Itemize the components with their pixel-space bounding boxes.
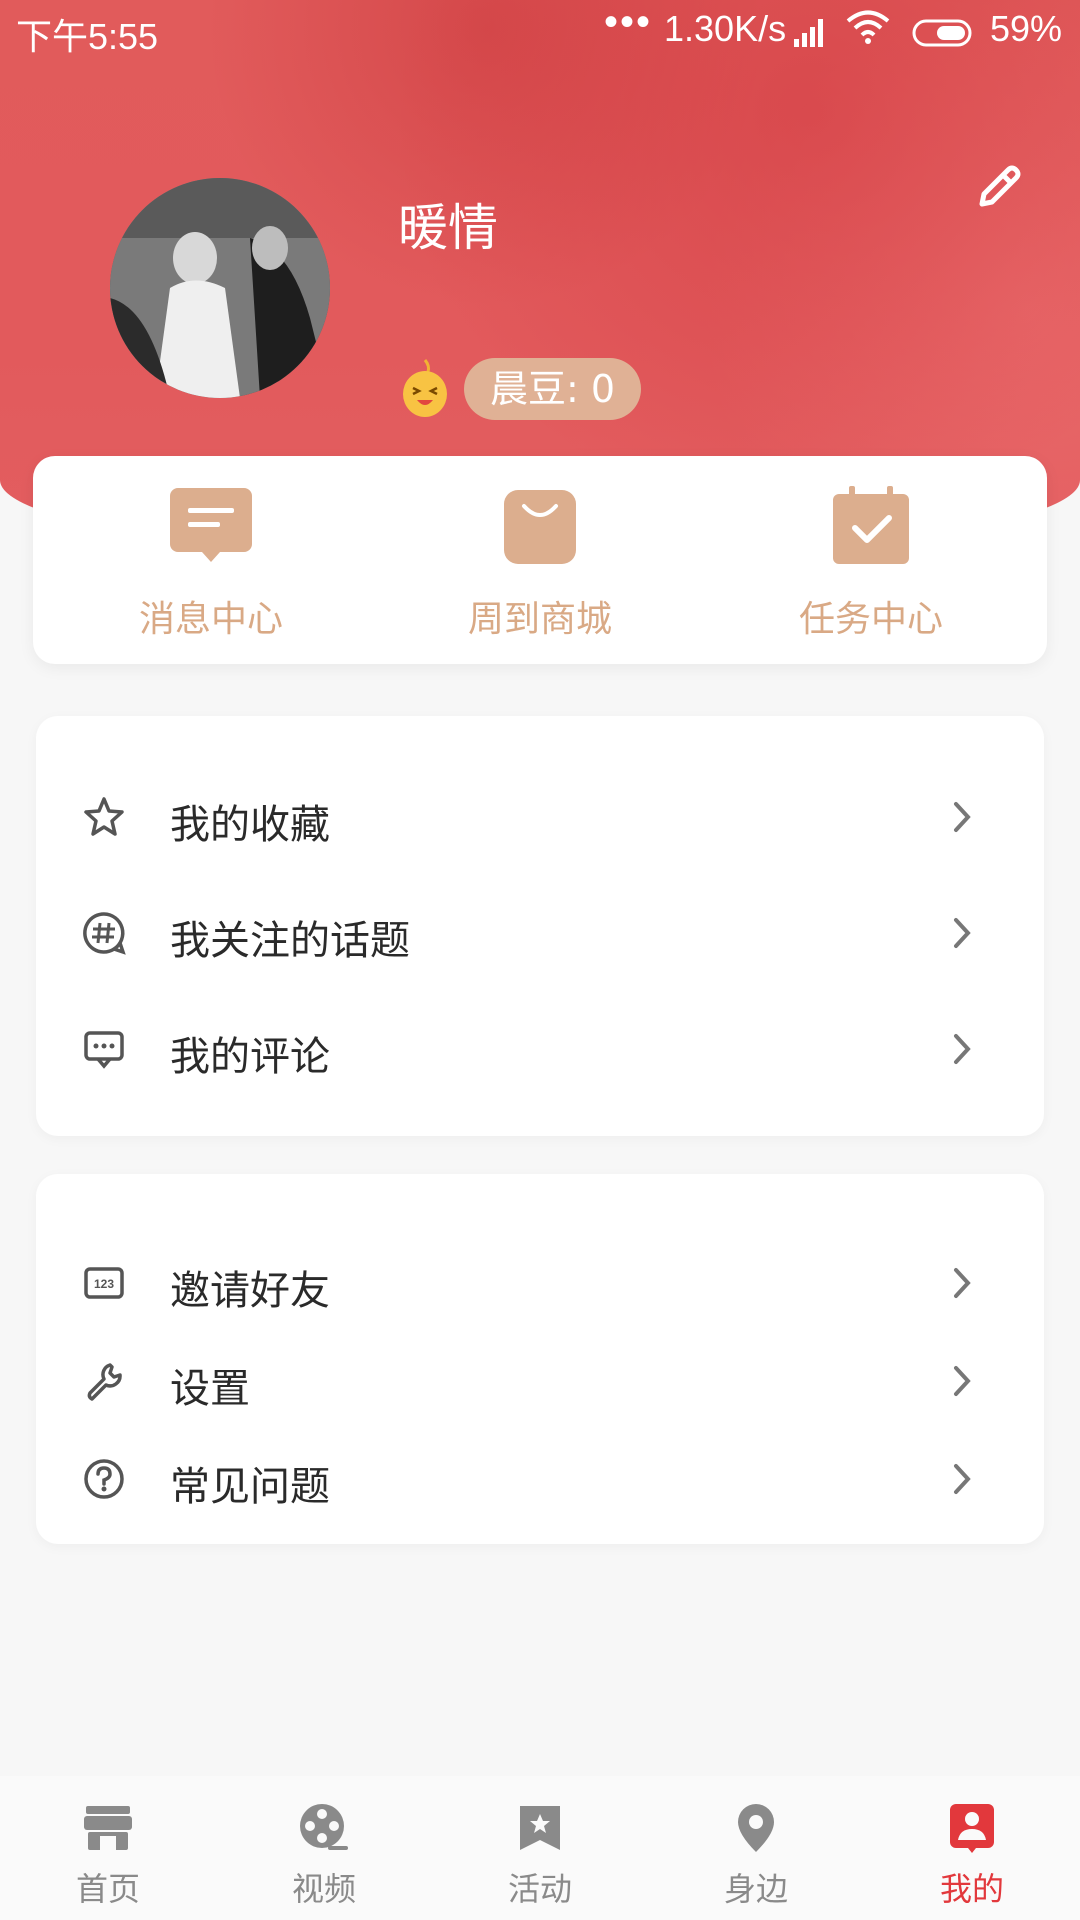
tab-label: 身边 bbox=[723, 1870, 788, 1908]
comment-icon bbox=[82, 1027, 126, 1071]
status-bar: 下午5:55 ••• 1.30K/s 59% bbox=[0, 0, 1080, 58]
question-icon bbox=[82, 1457, 126, 1501]
tab-video[interactable]: 视频 bbox=[216, 1776, 432, 1920]
menu-card-personal: 我的收藏 我关注的话题 我的评论 bbox=[36, 716, 1044, 1136]
star-icon bbox=[82, 795, 126, 839]
tab-label: 视频 bbox=[291, 1870, 356, 1908]
message-icon bbox=[168, 486, 254, 570]
tab-label: 活动 bbox=[507, 1870, 572, 1908]
invite-code-icon: 123 bbox=[82, 1261, 126, 1305]
status-time: 下午5:55 bbox=[16, 16, 159, 57]
quick-action-label: 周到商城 bbox=[467, 599, 612, 640]
menu-card-general: 123 邀请好友 设置 常见问题 bbox=[36, 1174, 1044, 1544]
menu-item-settings[interactable]: 设置 bbox=[36, 1336, 1044, 1426]
signal-icon bbox=[794, 14, 828, 56]
bottom-tab-bar: 首页 视频 活动 身边 我的 bbox=[0, 1776, 1080, 1920]
menu-item-favorites[interactable]: 我的收藏 bbox=[36, 772, 1044, 862]
menu-item-faq[interactable]: 常见问题 bbox=[36, 1434, 1044, 1524]
message-center-button[interactable]: 消息中心 bbox=[61, 456, 361, 664]
quick-actions-card: 消息中心 周到商城 任务中心 bbox=[33, 456, 1047, 664]
bookmark-star-icon bbox=[514, 1802, 566, 1854]
menu-item-comments[interactable]: 我的评论 bbox=[36, 1004, 1044, 1094]
tab-mine[interactable]: 我的 bbox=[864, 1776, 1080, 1920]
mall-button[interactable]: 周到商城 bbox=[390, 456, 690, 664]
chevron-right-icon bbox=[948, 1460, 976, 1498]
status-dots: ••• bbox=[604, 0, 653, 44]
menu-item-topics[interactable]: 我关注的话题 bbox=[36, 888, 1044, 978]
username: 暖情 bbox=[398, 199, 498, 257]
calendar-check-icon bbox=[831, 486, 911, 570]
shopping-bag-icon bbox=[502, 486, 578, 570]
task-center-button[interactable]: 任务中心 bbox=[721, 456, 1021, 664]
location-pin-icon bbox=[730, 1802, 782, 1854]
quick-action-label: 任务中心 bbox=[798, 599, 943, 640]
wrench-icon bbox=[82, 1359, 126, 1403]
tab-label: 首页 bbox=[75, 1870, 140, 1908]
edit-profile-icon[interactable] bbox=[970, 160, 1026, 216]
menu-item-invite[interactable]: 123 邀请好友 bbox=[36, 1238, 1044, 1328]
menu-item-label: 我的评论 bbox=[170, 1034, 330, 1080]
svg-text:123: 123 bbox=[94, 1277, 114, 1291]
chevron-right-icon bbox=[948, 1030, 976, 1068]
battery-icon bbox=[912, 14, 976, 56]
avatar[interactable] bbox=[110, 178, 330, 398]
menu-item-label: 我的收藏 bbox=[170, 802, 330, 848]
menu-item-label: 常见问题 bbox=[170, 1464, 330, 1510]
bean-mascot-icon bbox=[400, 358, 450, 418]
wifi-icon bbox=[846, 10, 890, 53]
tab-activity[interactable]: 活动 bbox=[432, 1776, 648, 1920]
menu-item-label: 我关注的话题 bbox=[170, 918, 410, 964]
menu-item-label: 邀请好友 bbox=[170, 1268, 330, 1314]
quick-action-label: 消息中心 bbox=[138, 599, 283, 640]
hashtag-icon bbox=[82, 911, 126, 955]
film-reel-icon bbox=[298, 1802, 350, 1854]
profile-icon bbox=[946, 1802, 998, 1854]
menu-item-label: 设置 bbox=[170, 1366, 250, 1412]
store-icon bbox=[82, 1802, 134, 1854]
battery-percent: 59% bbox=[990, 8, 1063, 49]
chevron-right-icon bbox=[948, 914, 976, 952]
chevron-right-icon bbox=[948, 1362, 976, 1400]
status-network-speed: 1.30K/s bbox=[664, 8, 787, 49]
bean-balance-badge[interactable]: 晨豆: 0 bbox=[464, 358, 642, 420]
chevron-right-icon bbox=[948, 798, 976, 836]
tab-home[interactable]: 首页 bbox=[0, 1776, 216, 1920]
chevron-right-icon bbox=[948, 1264, 976, 1302]
tab-nearby[interactable]: 身边 bbox=[648, 1776, 864, 1920]
tab-label: 我的 bbox=[939, 1870, 1004, 1908]
